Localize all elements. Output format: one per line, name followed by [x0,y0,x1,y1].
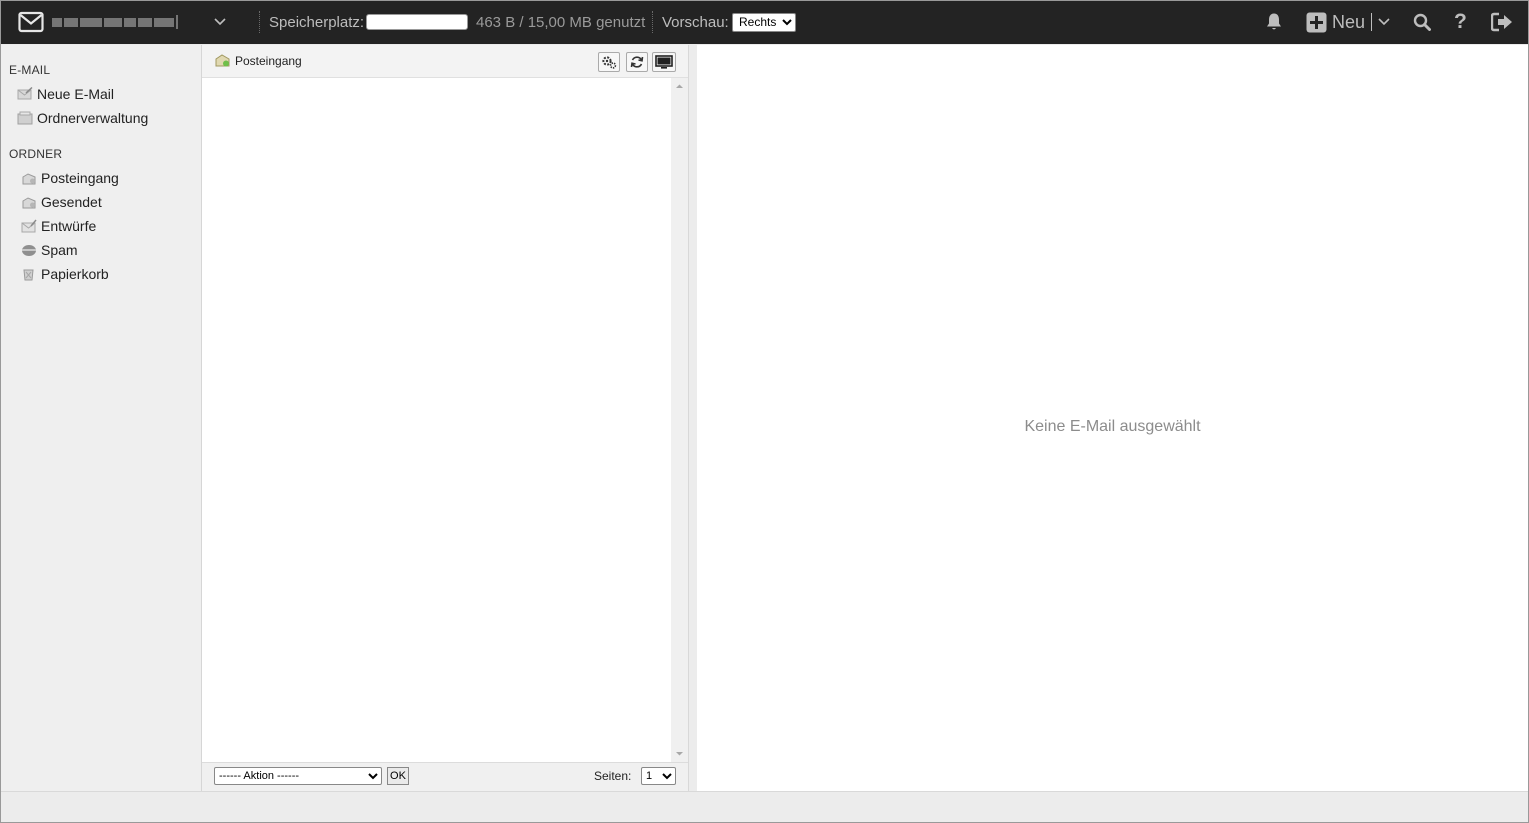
storage-meter [366,0,468,44]
mail-list-footer: ------ Aktion ------ OK Seiten: 1 [202,762,688,792]
new-menu-label: Neu [1332,11,1366,32]
pages-label: Seiten: [594,769,632,783]
sidebar-item-label: Ordnerverwaltung [37,110,149,126]
preview-toggle-button[interactable] [652,52,676,72]
monitor-icon [655,55,673,69]
sidebar-item-label: Neue E-Mail [37,86,115,102]
sidebar-item-label: Posteingang [41,170,119,186]
spam-icon [22,245,36,256]
sidebar-item-trash[interactable]: Papierkorb [21,266,109,282]
ok-button[interactable]: OK [387,767,409,785]
mail-logo-icon[interactable] [18,0,44,44]
mail-list-scrollbar[interactable] [671,78,688,762]
current-folder: Posteingang [214,53,302,68]
sidebar-item-sent[interactable]: Gesendet [21,194,102,210]
account-selector[interactable] [52,0,178,44]
folder-manage-icon [17,111,33,125]
section-title-folders: ORDNER [9,147,63,161]
sidebar-item-spam[interactable]: Spam [21,242,78,258]
help-icon[interactable]: ? [1454,0,1467,44]
divider [259,11,260,33]
chevron-down-icon [1378,18,1390,26]
sidebar: E-MAIL Neue E-Mail Ordnerverwaltung ORDN… [1,45,202,791]
sidebar-item-label: Entwürfe [41,218,97,234]
sidebar-item-label: Papierkorb [41,266,109,282]
preview-label: Vorschau: [662,13,729,31]
status-bar [1,791,1528,823]
refresh-button[interactable] [626,52,648,72]
notifications-bell-icon[interactable] [1265,0,1283,44]
divider [652,11,653,33]
list-settings-button[interactable] [598,52,620,72]
mail-list-header: Posteingang [202,45,688,78]
storage-label: Speicherplatz: [269,13,365,31]
chevron-down-icon[interactable] [214,0,226,44]
preview-position-select[interactable]: Rechts [732,12,796,32]
scroll-up-icon[interactable] [671,78,688,95]
trash-icon [23,269,34,281]
drafts-icon [21,219,37,233]
gears-icon [602,56,617,69]
current-folder-label: Posteingang [235,53,302,68]
sidebar-item-new-mail[interactable]: Neue E-Mail [17,86,114,102]
inbox-folder-icon [215,54,230,67]
sidebar-item-folder-management[interactable]: Ordnerverwaltung [17,110,148,126]
inbox-icon [22,173,36,185]
divider [1371,13,1373,31]
top-bar: Speicherplatz: 463 B / 15,00 MB genutzt … [0,0,1529,44]
page-select[interactable]: 1 [641,767,676,785]
search-icon[interactable] [1413,0,1431,44]
compose-mail-icon [17,87,33,100]
sent-icon [22,197,36,209]
sidebar-item-drafts[interactable]: Entwürfe [21,218,96,234]
sidebar-item-inbox[interactable]: Posteingang [21,170,119,186]
storage-usage-text: 463 B / 15,00 MB genutzt [476,13,646,31]
scroll-down-icon[interactable] [671,745,688,762]
refresh-icon [630,56,644,68]
no-mail-selected-message: Keine E-Mail ausgewählt [1024,418,1201,435]
mail-list[interactable] [202,78,671,762]
mail-preview-pane: Keine E-Mail ausgewählt [697,45,1528,791]
mail-list-pane: Posteingang ------ Aktion ------ OK Seit… [202,45,688,792]
sidebar-item-label: Gesendet [41,194,102,210]
sidebar-item-label: Spam [41,242,78,258]
plus-square-icon [1306,12,1327,32]
logout-icon[interactable] [1491,0,1513,44]
bulk-action-select[interactable]: ------ Aktion ------ [214,767,382,785]
new-menu-button[interactable]: Neu [1306,0,1390,44]
section-title-email: E-MAIL [9,63,51,77]
